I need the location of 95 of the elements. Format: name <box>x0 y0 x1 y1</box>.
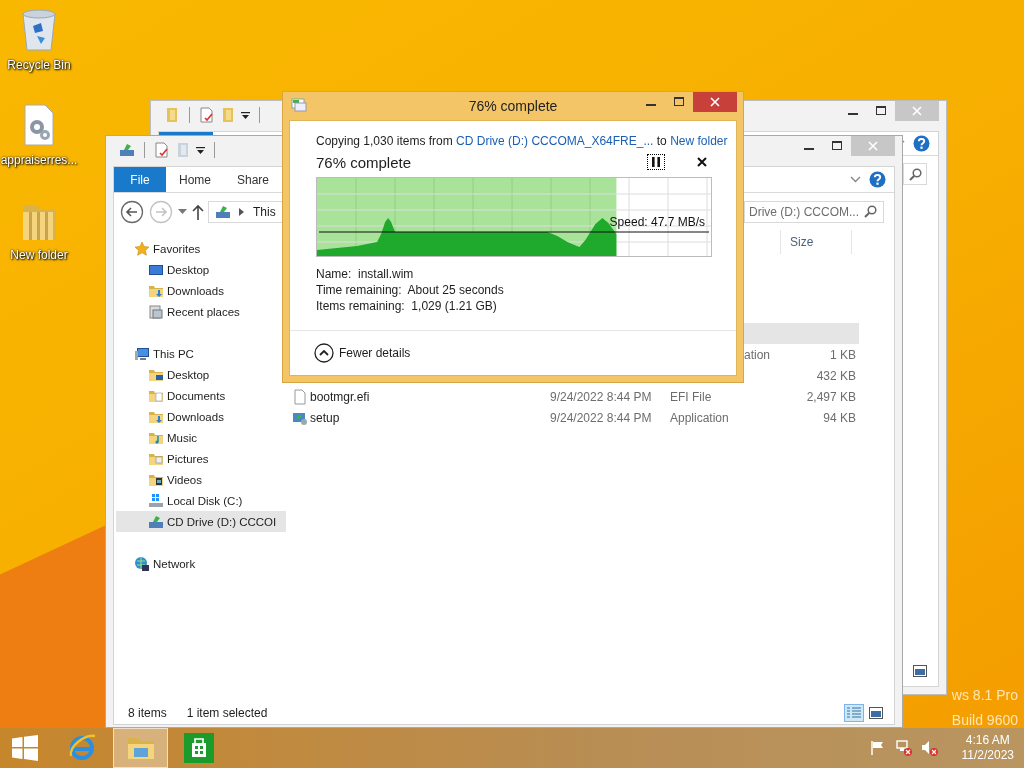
search-field[interactable] <box>903 163 927 185</box>
dropdown-caret-icon <box>196 145 205 155</box>
store-bag-icon <box>182 732 215 764</box>
minimize-icon <box>847 113 858 115</box>
drive-icon <box>148 492 164 509</box>
table-cell-text: 9/24/2022 8:44 PM <box>550 410 653 425</box>
help-icon[interactable] <box>913 135 930 152</box>
breadcrumb-arrow-icon <box>239 207 245 216</box>
nav-item[interactable]: This PC <box>114 343 286 364</box>
detail-line: Name: install.wim <box>316 266 415 282</box>
os-watermark-text: ws 8.1 Pro <box>951 686 1018 705</box>
properties-icon <box>199 107 215 123</box>
destination-link[interactable]: New folder <box>670 134 728 148</box>
copy-window-icon <box>291 98 307 112</box>
search-icon <box>908 167 922 181</box>
item-count: 8 items <box>128 706 167 720</box>
os-watermark-text: Build 9600 <box>951 711 1018 728</box>
file-menu-tab[interactable]: File <box>114 167 166 192</box>
details-list-icon <box>847 707 861 719</box>
windows-logo-icon <box>12 735 38 761</box>
column-header[interactable]: Size <box>780 230 852 254</box>
nav-item[interactable]: Local Disk (C:) <box>114 490 286 511</box>
speed-label: Speed: 47.7 MB/s <box>609 215 705 229</box>
window-title: 76% complete <box>467 98 559 114</box>
file-icon <box>292 388 308 405</box>
network-icon <box>134 555 150 572</box>
speaker-muted-icon[interactable] <box>920 739 939 757</box>
ribbon-tab[interactable]: Share <box>224 167 283 192</box>
file-name: bootmgr.efi <box>310 389 370 404</box>
close-icon <box>697 157 707 167</box>
close-icon <box>868 141 878 151</box>
search-field[interactable]: Drive (D:) CCCOM... <box>744 200 884 223</box>
table-cell-text: 432 KB <box>815 368 856 383</box>
star-icon <box>134 240 150 257</box>
table-cell-text: 1 KB <box>829 347 856 362</box>
tiles-view-button[interactable] <box>910 662 930 680</box>
folder-icon <box>164 107 180 123</box>
fewer-details-button[interactable]: Fewer details <box>314 343 411 363</box>
cd-drive-icon <box>215 203 231 220</box>
properties-icon <box>154 142 170 158</box>
detail-line: Time remaining: About 25 seconds <box>316 282 505 298</box>
table-cell-text: 9/24/2022 8:44 PM <box>550 389 653 404</box>
detail-line: Items remaining: 1,029 (1.21 GB) <box>316 298 498 314</box>
nav-item[interactable]: Favorites <box>114 238 286 259</box>
tiles-icon <box>869 707 883 719</box>
cancel-button[interactable] <box>696 155 708 169</box>
pause-button[interactable] <box>647 154 665 170</box>
table-cell: ation <box>744 347 771 362</box>
minimize-icon <box>803 148 814 150</box>
table-cell-text: 2,497 KB <box>805 389 856 404</box>
file-row[interactable]: setup 9/24/2022 8:44 PM Application 94 KB <box>286 407 859 428</box>
file-row[interactable]: bootmgr.efi 9/24/2022 8:44 PM EFI File 2,497 KB <box>286 386 859 407</box>
nav-item[interactable]: CD Drive (D:) CCCOI <box>116 511 286 532</box>
source-link[interactable]: CD Drive (D:) CCCOMA_X64FRE_... <box>456 134 654 148</box>
cd-drive-icon <box>119 142 135 158</box>
nav-item[interactable]: Downloads <box>114 406 286 427</box>
clock-time: 4:16 AM <box>965 733 1010 748</box>
table-cell: Application <box>670 410 729 425</box>
nav-item[interactable]: Music <box>114 427 286 448</box>
nav-item[interactable]: Pictures <box>114 448 286 469</box>
network-error-icon[interactable] <box>894 739 913 757</box>
collapse-icon <box>314 343 334 363</box>
search-icon <box>864 205 877 218</box>
computer-icon <box>134 345 150 362</box>
up-arrow-icon[interactable] <box>192 203 204 220</box>
nav-item[interactable]: Network <box>114 553 286 574</box>
clock-date: 11/2/2023 <box>961 748 1014 763</box>
nav-item[interactable]: Desktop <box>114 259 286 280</box>
recent-places-icon <box>148 303 164 320</box>
nav-item[interactable]: Videos <box>114 469 286 490</box>
progress-heading: 76% complete <box>316 153 412 171</box>
file-name: setup <box>310 410 340 425</box>
tiles-view-button[interactable] <box>866 704 886 722</box>
maximize-icon <box>875 106 886 116</box>
maximize-icon <box>673 97 684 107</box>
back-button-icon[interactable] <box>120 199 144 224</box>
cd-drive-icon <box>148 513 164 530</box>
table-cell-text: 94 KB <box>822 410 856 425</box>
nav-item[interactable]: Recent places <box>114 301 286 322</box>
ribbon-tab[interactable]: Home <box>166 167 224 192</box>
selection-count: 1 item selected <box>186 706 268 720</box>
recent-dropdown-icon[interactable] <box>178 208 187 215</box>
dropdown-caret-icon <box>241 110 250 120</box>
help-icon[interactable] <box>869 171 886 188</box>
close-icon <box>912 106 922 116</box>
chevron-icon[interactable] <box>850 176 861 183</box>
pause-icon <box>652 157 660 167</box>
table-cell: EFI File <box>670 389 712 404</box>
nav-item[interactable]: Desktop <box>114 364 286 385</box>
nav-item[interactable]: Documents <box>114 385 286 406</box>
tiles-icon <box>913 665 927 677</box>
close-icon <box>710 97 720 107</box>
nav-item[interactable]: Downloads <box>114 280 286 301</box>
minimize-icon <box>645 104 656 106</box>
maximize-icon <box>831 141 842 151</box>
